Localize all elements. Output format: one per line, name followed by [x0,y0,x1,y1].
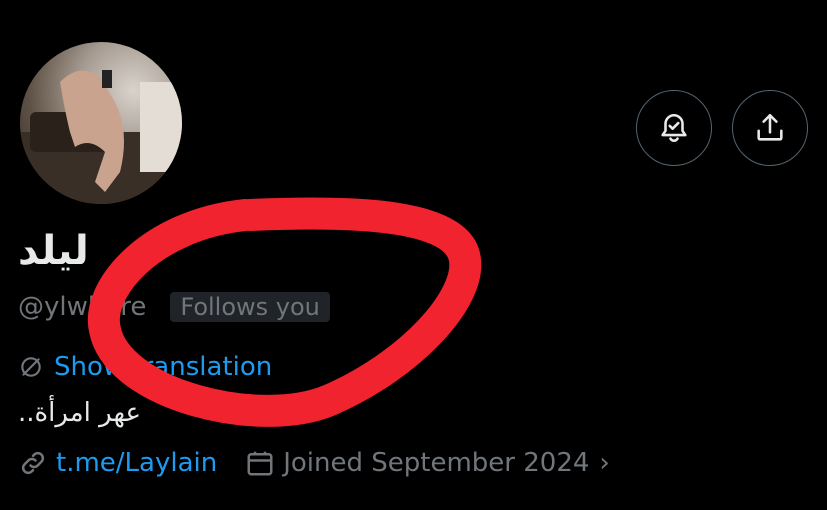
translate-icon [21,357,41,377]
chevron-right-icon: › [599,448,610,478]
profile-link[interactable]: t.me/Laylain [56,448,217,478]
share-icon [757,113,783,141]
calendar-icon [247,451,273,476]
profile-meta: t.me/Laylain Joined September 2024 › [18,448,610,478]
profile-bio: عهر امرأة.. [18,398,141,428]
joined-date[interactable]: Joined September 2024 › [245,448,610,478]
handle-row: @ylwhore Follows you [18,292,330,322]
profile-handle: @ylwhore [18,292,147,322]
joined-text: Joined September 2024 [283,448,590,478]
bell-check-icon [661,113,687,143]
translate-row[interactable]: Show translation [18,352,272,382]
display-name: ليلد [18,228,89,274]
profile-avatar[interactable] [18,40,184,206]
link-icon [21,451,45,475]
show-translation-link[interactable]: Show translation [54,352,272,382]
notifications-button[interactable] [636,90,712,166]
follows-you-badge: Follows you [170,292,330,322]
share-button[interactable] [732,90,808,166]
